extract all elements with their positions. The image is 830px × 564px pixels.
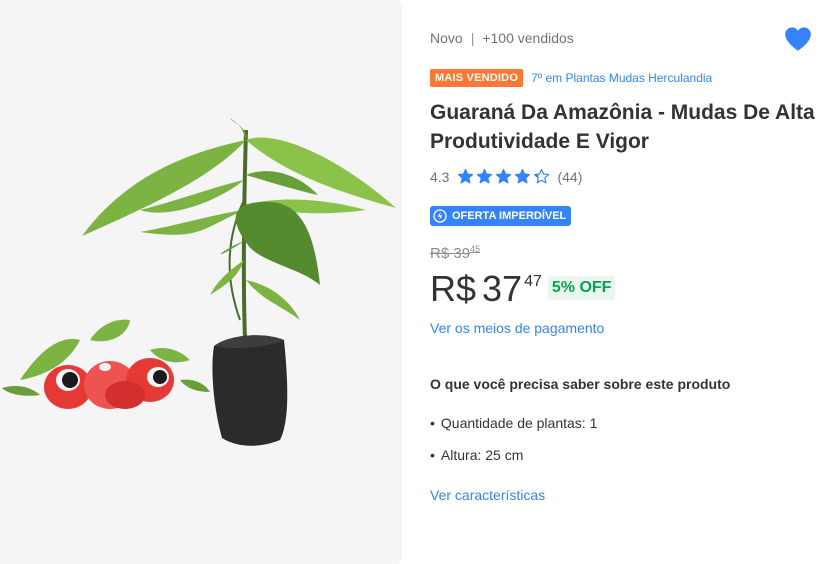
star-icon	[515, 168, 531, 184]
feature-item: Quantidade de plantas: 1	[430, 414, 597, 432]
condition-label: Novo	[430, 30, 463, 46]
product-image-panel[interactable]	[0, 0, 402, 564]
features-list: Quantidade de plantas: 1 Altura: 25 cm	[430, 414, 597, 478]
star-icon	[496, 168, 512, 184]
badge-row: MAIS VENDIDO 7º em Plantas Mudas Hercula…	[430, 69, 712, 87]
original-price-currency: R$	[430, 245, 450, 262]
heart-icon[interactable]	[784, 26, 812, 52]
discount-badge: 5% OFF	[547, 276, 616, 300]
current-price: R$ 37 47 5% OFF	[430, 266, 616, 312]
payment-methods-link[interactable]: Ver os meios de pagamento	[430, 320, 604, 336]
original-price-cents: 45	[470, 244, 481, 254]
view-specs-link[interactable]: Ver características	[430, 487, 545, 503]
meta-separator: |	[470, 30, 475, 46]
original-price: R$ 3945	[430, 244, 481, 262]
product-title: Guaraná Da Amazônia - Mudas De Alta Prod…	[430, 101, 815, 153]
star-icon	[534, 168, 550, 184]
star-icon	[477, 168, 493, 184]
product-meta: Novo | +100 vendidos	[430, 30, 574, 46]
rating-row[interactable]: 4.3 (44)	[430, 168, 582, 185]
product-image[interactable]	[0, 0, 402, 564]
price-amount: 37	[482, 268, 523, 309]
rating-value: 4.3	[430, 168, 450, 185]
star-icon	[458, 168, 474, 184]
rating-stars	[457, 168, 550, 185]
feature-item: Altura: 25 cm	[430, 446, 597, 464]
rating-count: (44)	[557, 168, 583, 185]
deal-label: OFERTA IMPERDÍVEL	[452, 210, 567, 222]
original-price-amount: 39	[453, 245, 471, 262]
price-cents: 47	[524, 273, 542, 290]
lightning-badge-icon	[433, 209, 447, 223]
deal-badge: OFERTA IMPERDÍVEL	[430, 206, 572, 226]
sold-count: +100 vendidos	[482, 30, 574, 46]
price-currency: R$	[430, 268, 477, 309]
best-seller-badge: MAIS VENDIDO	[430, 69, 524, 87]
category-ranking-link[interactable]: 7º em Plantas Mudas Herculandia	[531, 71, 712, 85]
features-title: O que você precisa saber sobre este prod…	[430, 376, 731, 392]
